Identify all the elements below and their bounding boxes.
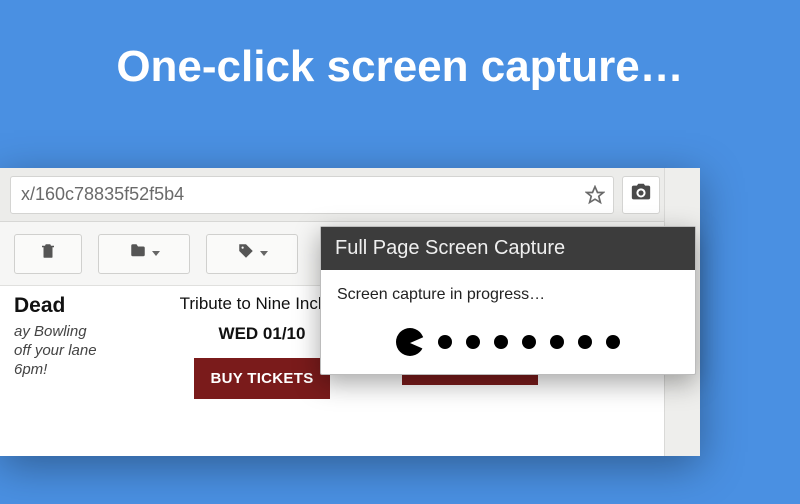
screen-capture-extension-button[interactable] xyxy=(622,176,660,214)
trash-icon xyxy=(39,242,57,265)
progress-dot xyxy=(466,335,480,349)
chevron-down-icon xyxy=(260,251,268,256)
address-bar: x/160c78835f52f5b4 xyxy=(0,168,700,222)
progress-indicator xyxy=(337,328,679,356)
progress-dot xyxy=(522,335,536,349)
popup-status-message: Screen capture in progress… xyxy=(337,286,679,304)
move-to-folder-button[interactable] xyxy=(98,234,190,274)
extension-popup: Full Page Screen Capture Screen capture … xyxy=(320,226,696,375)
tag-icon xyxy=(236,242,256,265)
pacman-icon xyxy=(396,328,424,356)
event-title: Dead xyxy=(14,294,144,317)
popup-title: Full Page Screen Capture xyxy=(321,227,695,270)
event-block-1: Dead ay Bowling off your lane 6pm! xyxy=(14,294,144,379)
progress-dot xyxy=(438,335,452,349)
folder-icon xyxy=(128,242,148,265)
chevron-down-icon xyxy=(152,251,160,256)
url-field[interactable]: x/160c78835f52f5b4 xyxy=(10,176,614,214)
progress-dot xyxy=(550,335,564,349)
progress-dot xyxy=(494,335,508,349)
progress-dot xyxy=(578,335,592,349)
promo-headline: One-click screen capture… xyxy=(0,0,800,92)
delete-button[interactable] xyxy=(14,234,82,274)
bookmark-star-icon[interactable] xyxy=(585,185,605,205)
progress-dot xyxy=(606,335,620,349)
label-button[interactable] xyxy=(206,234,298,274)
camera-icon xyxy=(630,181,652,208)
url-text: x/160c78835f52f5b4 xyxy=(21,184,184,205)
buy-tickets-button[interactable]: BUY TICKETS xyxy=(194,358,329,399)
event-subtitle: ay Bowling off your lane 6pm! xyxy=(14,323,144,379)
